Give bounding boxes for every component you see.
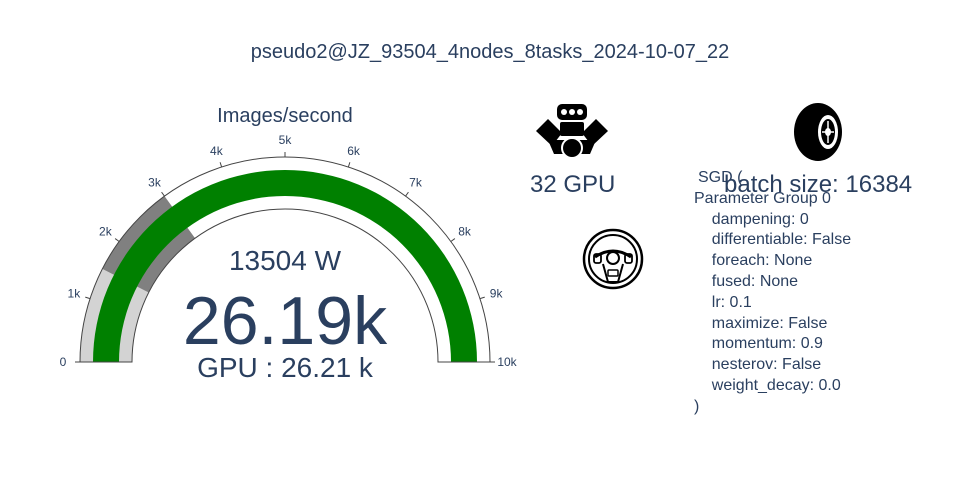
gauge-tick-label: 8k	[458, 225, 472, 239]
gauge-tick-mark	[161, 191, 165, 197]
optimizer-line: differentiable: False	[694, 231, 852, 249]
gauge-tick-mark	[85, 296, 91, 300]
gauge-tick-label: 5k	[279, 133, 293, 147]
optimizer-line: Parameter Group 0	[694, 189, 831, 207]
power-label: 13504 W	[229, 245, 342, 276]
optimizer-line: lr: 0.1	[694, 293, 752, 311]
optimizer-line: fused: None	[694, 272, 799, 290]
steering-wheel-icon	[582, 228, 644, 290]
optimizer-line: weight_decay: 0.0	[694, 376, 841, 394]
gauge-tick-label: 7k	[409, 175, 423, 189]
gauge-tick-mark	[450, 238, 456, 242]
gauge-tick-label: 4k	[210, 144, 224, 158]
gauge-tick-label: 9k	[490, 286, 504, 300]
gauge-tick-mark	[347, 162, 351, 168]
engine-icon	[536, 104, 608, 159]
optimizer-line: maximize: False	[694, 314, 828, 332]
optimizer-line: nesterov: False	[694, 356, 822, 374]
gauge-tick-label: 1k	[68, 286, 82, 300]
gauge-value: 26.19k	[183, 283, 388, 359]
optimizer-config: SGD ( Parameter Group 0 dampening: 0 diff…	[694, 168, 851, 418]
optimizer-line: foreach: None	[694, 252, 813, 270]
gpu-value-label: GPU : 26.21 k	[197, 352, 374, 383]
gauge-tick-mark	[479, 296, 485, 300]
gauge-tick-mark	[114, 238, 120, 242]
optimizer-line: )	[694, 397, 700, 415]
gauge-tick-mark	[405, 191, 409, 197]
gpu-count-label: 32 GPU	[530, 171, 616, 198]
tire-icon	[794, 103, 842, 161]
optimizer-line: dampening: 0	[694, 210, 809, 228]
gauge-tick-mark	[219, 162, 223, 168]
gauge-tick-label: 3k	[148, 175, 162, 189]
gauge-tick-label: 2k	[99, 225, 113, 239]
gauge-tick-label: 6k	[347, 144, 361, 158]
optimizer-line: SGD (	[698, 169, 743, 186]
gauge-tick-label: 10k	[497, 355, 517, 369]
gauge-tick-label: 0	[60, 355, 67, 369]
optimizer-line: momentum: 0.9	[694, 335, 823, 353]
gauge-title: Images/second	[217, 105, 353, 127]
